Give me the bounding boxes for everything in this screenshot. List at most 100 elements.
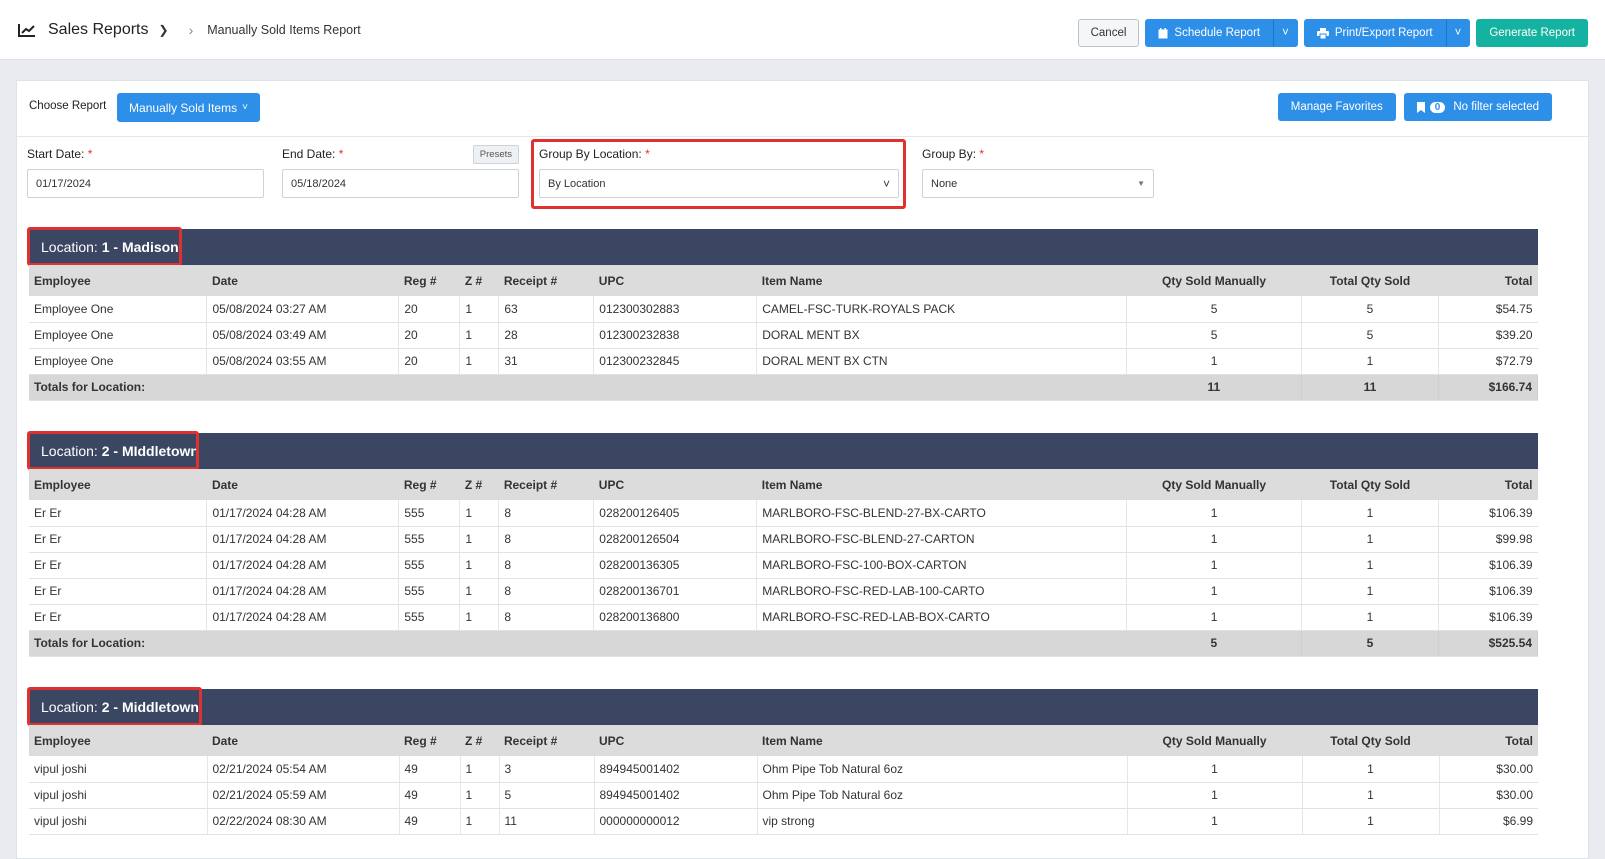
- column-header-qty-total[interactable]: Total Qty Sold: [1301, 469, 1439, 500]
- cell-item-name: CAMEL-FSC-TURK-ROYALS PACK: [756, 296, 1128, 323]
- cell-upc: 000000000012: [594, 808, 758, 835]
- column-header-receipt[interactable]: Receipt #: [498, 265, 594, 296]
- cell-reg: 555: [398, 604, 461, 631]
- column-header-qty-total[interactable]: Total Qty Sold: [1302, 725, 1439, 756]
- group-by-group: Group By: * None ▼: [922, 147, 1154, 198]
- cell-total: $30.00: [1439, 782, 1538, 809]
- cell-total: $72.79: [1438, 348, 1538, 375]
- column-header-reg[interactable]: Reg #: [398, 265, 460, 296]
- cell-total: $106.39: [1438, 500, 1538, 527]
- totals-row: Totals for Location: 5 5 $525.54: [29, 630, 1539, 657]
- column-header-item-name[interactable]: Item Name: [756, 469, 1127, 500]
- column-header-employee[interactable]: Employee: [29, 265, 207, 296]
- cell-qty-total: 1: [1301, 552, 1439, 579]
- column-header-employee[interactable]: Employee: [29, 469, 207, 500]
- column-header-z[interactable]: Z #: [459, 265, 499, 296]
- column-header-employee[interactable]: Employee: [29, 725, 207, 756]
- cell-qty-manual: 1: [1127, 756, 1303, 783]
- column-header-upc[interactable]: UPC: [593, 469, 757, 500]
- column-header-receipt[interactable]: Receipt #: [499, 725, 594, 756]
- table-row: vipul joshi 02/21/2024 05:54 AM 49 1 3 894945…: [29, 756, 1538, 783]
- manage-favorites-button[interactable]: Manage Favorites: [1277, 93, 1396, 121]
- cell-receipt: 8: [498, 526, 595, 553]
- group-by-location-select[interactable]: By Location ˅: [539, 169, 899, 198]
- cell-item-name: Ohm Pipe Tob Natural 6oz: [757, 782, 1128, 809]
- highlight-box: [27, 687, 202, 726]
- column-header-reg[interactable]: Reg #: [399, 725, 460, 756]
- group-by-select[interactable]: None ▼: [922, 169, 1154, 198]
- location-header: Location: 1 - Madison: [29, 229, 1538, 265]
- column-header-upc[interactable]: UPC: [594, 725, 757, 756]
- schedule-report-button[interactable]: Schedule Report: [1145, 19, 1274, 47]
- end-date-label: End Date:: [282, 147, 336, 161]
- print-export-split: Print/Export Report ˅: [1303, 19, 1471, 47]
- cell-receipt: 31: [498, 348, 595, 375]
- cell-receipt: 28: [498, 322, 595, 349]
- column-header-date[interactable]: Date: [207, 725, 399, 756]
- favorites-filter-actions: Manage Favorites 0 No filter selected: [1277, 93, 1552, 121]
- cell-z: 1: [459, 578, 500, 605]
- cell-reg: 49: [399, 808, 461, 835]
- cell-item-name: DORAL MENT BX CTN: [756, 348, 1128, 375]
- cell-receipt: 8: [498, 500, 595, 527]
- column-header-qty-manual[interactable]: Qty Sold Manually: [1127, 725, 1302, 756]
- cell-receipt: 3: [499, 756, 595, 783]
- column-header-total[interactable]: Total: [1439, 725, 1538, 756]
- column-header-upc[interactable]: UPC: [593, 265, 757, 296]
- cell-qty-total: 1: [1301, 348, 1439, 375]
- location-header: Location: 2 - Middletown: [29, 689, 1538, 725]
- cell-qty-total: 1: [1301, 578, 1439, 605]
- column-header-qty-total[interactable]: Total Qty Sold: [1301, 265, 1439, 296]
- cell-upc: 012300232838: [593, 322, 758, 349]
- cell-qty-manual: 5: [1126, 296, 1303, 323]
- cancel-button[interactable]: Cancel: [1077, 19, 1140, 47]
- group-by-label: Group By:: [922, 147, 977, 161]
- column-header-qty-manual[interactable]: Qty Sold Manually: [1126, 265, 1302, 296]
- chevron-down-icon: ˅: [882, 176, 890, 191]
- bookmark-icon: [1416, 101, 1425, 113]
- cell-z: 1: [459, 322, 500, 349]
- cell-date: 05/08/2024 03:27 AM: [206, 296, 400, 323]
- table-row: Employee One 05/08/2024 03:27 AM 20 1 63 0123…: [29, 296, 1538, 323]
- group-by-value: None: [931, 177, 958, 190]
- totals-qty-manual: 5: [1126, 630, 1303, 657]
- report-selector[interactable]: Manually Sold Items ˅: [117, 93, 260, 122]
- chevron-down-icon[interactable]: ❯: [159, 23, 169, 37]
- report-table: Employee Date Reg # Z # Receipt # UPC Item Nam…: [29, 265, 1539, 401]
- report-selector-label: Manually Sold Items: [129, 100, 238, 115]
- generate-report-button[interactable]: Generate Report: [1476, 19, 1588, 47]
- column-header-item-name[interactable]: Item Name: [756, 265, 1127, 296]
- schedule-report-split: Schedule Report ˅: [1145, 19, 1298, 47]
- column-header-z[interactable]: Z #: [460, 725, 499, 756]
- start-date-input[interactable]: 01/17/2024: [27, 169, 264, 198]
- filter-button[interactable]: 0 No filter selected: [1403, 93, 1552, 121]
- column-header-reg[interactable]: Reg #: [398, 469, 460, 500]
- header-actions: Cancel Schedule Report ˅ Print/Export Re…: [1077, 19, 1588, 47]
- column-header-item-name[interactable]: Item Name: [757, 725, 1127, 756]
- print-export-dropdown[interactable]: ˅: [1445, 19, 1471, 47]
- calendar-icon: [1158, 27, 1168, 38]
- column-header-total[interactable]: Total: [1438, 265, 1538, 296]
- column-header-z[interactable]: Z #: [459, 469, 499, 500]
- presets-button[interactable]: Presets: [472, 145, 519, 164]
- column-header-qty-manual[interactable]: Qty Sold Manually: [1126, 469, 1302, 500]
- schedule-report-dropdown[interactable]: ˅: [1273, 19, 1298, 47]
- print-export-button[interactable]: Print/Export Report: [1303, 19, 1446, 47]
- totals-qty-total: 5: [1301, 630, 1439, 657]
- table-row: Er Er 01/17/2024 04:28 AM 555 1 8 02820013670…: [29, 578, 1538, 605]
- cell-receipt: 8: [498, 578, 595, 605]
- cell-total: $106.39: [1438, 552, 1538, 579]
- print-export-label: Print/Export Report: [1334, 27, 1433, 39]
- app-title[interactable]: Sales Reports: [48, 21, 149, 39]
- column-header-total[interactable]: Total: [1438, 469, 1538, 500]
- column-header-date[interactable]: Date: [206, 469, 399, 500]
- cell-qty-total: 1: [1302, 808, 1440, 835]
- end-date-group: End Date: * Presets 05/18/2024: [282, 145, 519, 198]
- cell-date: 05/08/2024 03:49 AM: [206, 322, 400, 349]
- cell-upc: 028200136305: [593, 552, 758, 579]
- end-date-input[interactable]: 05/18/2024: [282, 169, 519, 198]
- cell-qty-manual: 1: [1126, 526, 1303, 553]
- column-header-receipt[interactable]: Receipt #: [498, 469, 594, 500]
- location-header: Location: 2 - MIddletown: [29, 433, 1538, 469]
- column-header-date[interactable]: Date: [206, 265, 399, 296]
